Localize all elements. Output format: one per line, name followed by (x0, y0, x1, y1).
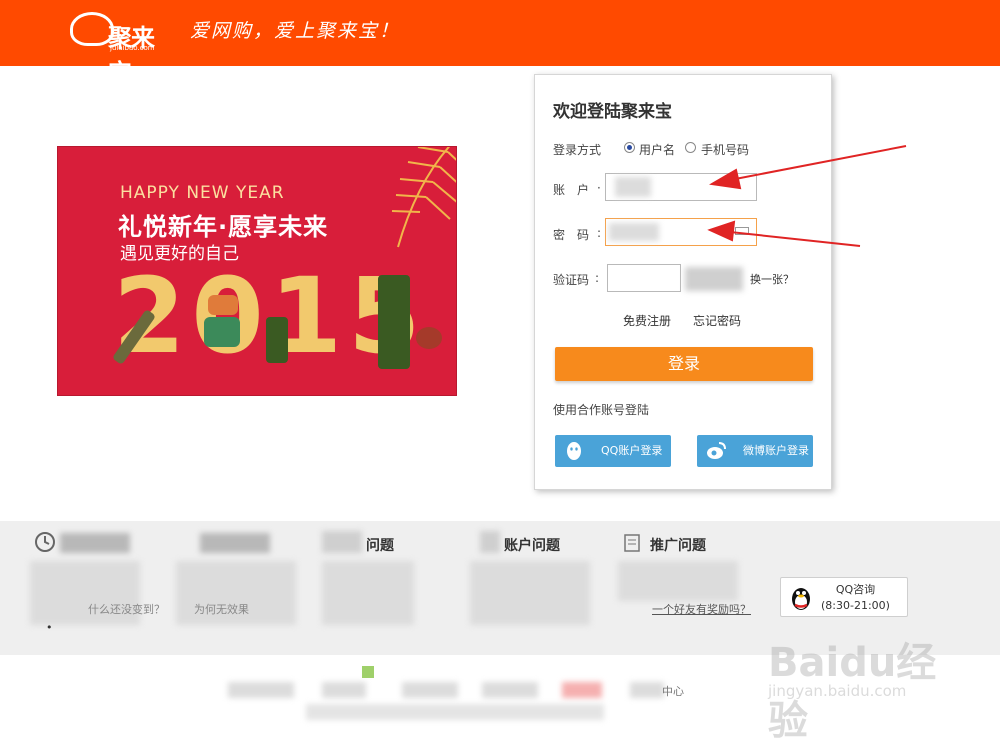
mushroom-decoration-icon (416, 327, 442, 349)
footer-link-redacted (322, 682, 366, 698)
help-col-4-list (470, 561, 590, 625)
qq-consult-text: QQ咨询 (8:30-21:00) (821, 582, 890, 614)
clock-icon (35, 532, 55, 552)
captcha-colon: : (595, 271, 600, 285)
login-panel: 欢迎登陆聚来宝 登录方式 用户名 手机号码 账 户 · 密 码 : 验证码 : … (534, 74, 832, 490)
partner-login-label: 使用合作账号登陆 (553, 403, 650, 417)
annotation-arrows-icon (707, 145, 907, 247)
help-col-3-icon (322, 531, 362, 553)
help-item[interactable]: 一个好友有奖励吗？ (652, 601, 751, 617)
radio-phone[interactable] (685, 142, 696, 153)
qq-penguin-icon (792, 588, 810, 610)
help-col-3-title[interactable]: 问题 (366, 535, 394, 555)
captcha-input[interactable] (607, 264, 681, 292)
footer-link-redacted (228, 682, 294, 698)
password-colon: : (597, 226, 602, 240)
weibo-icon (707, 442, 726, 459)
footer-link-redacted (630, 682, 664, 698)
weibo-login-label: 微博账户登录 (743, 444, 809, 457)
logo-text: 聚来宝 (108, 24, 155, 87)
help-col-5-title[interactable]: 推广问题 (650, 535, 706, 555)
qq-consult-hours: (8:30-21:00) (821, 599, 890, 612)
footer-link-redacted (402, 682, 458, 698)
help-col-2-title (200, 533, 270, 553)
radio-username[interactable] (624, 142, 635, 153)
qq-login-label: QQ账户登录 (601, 444, 663, 457)
refresh-captcha-link[interactable]: 换一张？ (750, 271, 794, 287)
product-bottle-icon (378, 275, 410, 369)
account-colon: · (597, 181, 601, 195)
footer-badge-icon (362, 666, 374, 678)
footer-copyright-redacted (306, 704, 604, 720)
captcha-label: 验证码 (553, 273, 590, 287)
radio-username-label[interactable]: 用户名 (639, 141, 675, 158)
login-button[interactable]: 登录 (555, 347, 813, 381)
banner-headline-cn: 礼悦新年·愿享未来 (118, 213, 329, 241)
login-method-label: 登录方式 (553, 143, 602, 157)
watermark-sub: jingyan.baidu.com (768, 682, 907, 700)
header-slogan: 爱网购，爱上聚来宝！ (190, 20, 401, 42)
qq-consult-button[interactable]: QQ咨询 (8:30-21:00) (780, 577, 908, 617)
qq-consult-title: QQ咨询 (835, 583, 876, 596)
help-bullet: • (46, 621, 53, 634)
help-item[interactable]: 什么还没变到？ (88, 601, 165, 617)
top-header: 聚来宝 julaibao.com 爱网购，爱上聚来宝！ (0, 0, 1000, 87)
account-label: 账 户 (553, 183, 590, 197)
product-jar-icon (208, 295, 238, 315)
qq-login-button[interactable]: QQ账户登录 (555, 435, 671, 467)
banner-headline-en: HAPPY NEW YEAR (120, 183, 285, 203)
register-link[interactable]: 免费注册 (623, 312, 671, 329)
help-col-3-list (322, 561, 414, 625)
product-bottle-icon (266, 317, 288, 363)
password-redacted (609, 223, 659, 241)
footer-link-redacted (482, 682, 538, 698)
weibo-login-button[interactable]: 微博账户登录 (697, 435, 813, 467)
promo-banner[interactable]: HAPPY NEW YEAR 礼悦新年·愿享未来 遇见更好的自己 2015 (57, 146, 457, 396)
forgot-password-link[interactable]: 忘记密码 (693, 312, 741, 329)
password-label: 密 码 (553, 228, 590, 242)
site-logo[interactable]: 聚来宝 julaibao.com (70, 10, 170, 87)
login-title: 欢迎登陆聚来宝 (553, 102, 672, 122)
qq-penguin-icon (567, 442, 581, 460)
product-jar-icon (204, 317, 240, 347)
logo-domain: julaibao.com (110, 44, 155, 52)
footer-link-redacted (562, 682, 602, 698)
doc-icon (624, 534, 640, 552)
leaf-decoration-icon (391, 147, 456, 248)
help-col-4-icon (480, 531, 500, 553)
help-col-5-list (618, 561, 738, 601)
help-item[interactable]: 为何无效果 (194, 601, 249, 617)
help-col-1-title (60, 533, 130, 553)
footer-link[interactable]: 中心 (662, 683, 684, 699)
baidu-watermark: Baidu经验 jingyan.baidu.com (764, 620, 954, 744)
help-col-4-title[interactable]: 账户问题 (504, 535, 560, 555)
captcha-image[interactable] (685, 267, 743, 291)
account-redacted (615, 177, 651, 197)
